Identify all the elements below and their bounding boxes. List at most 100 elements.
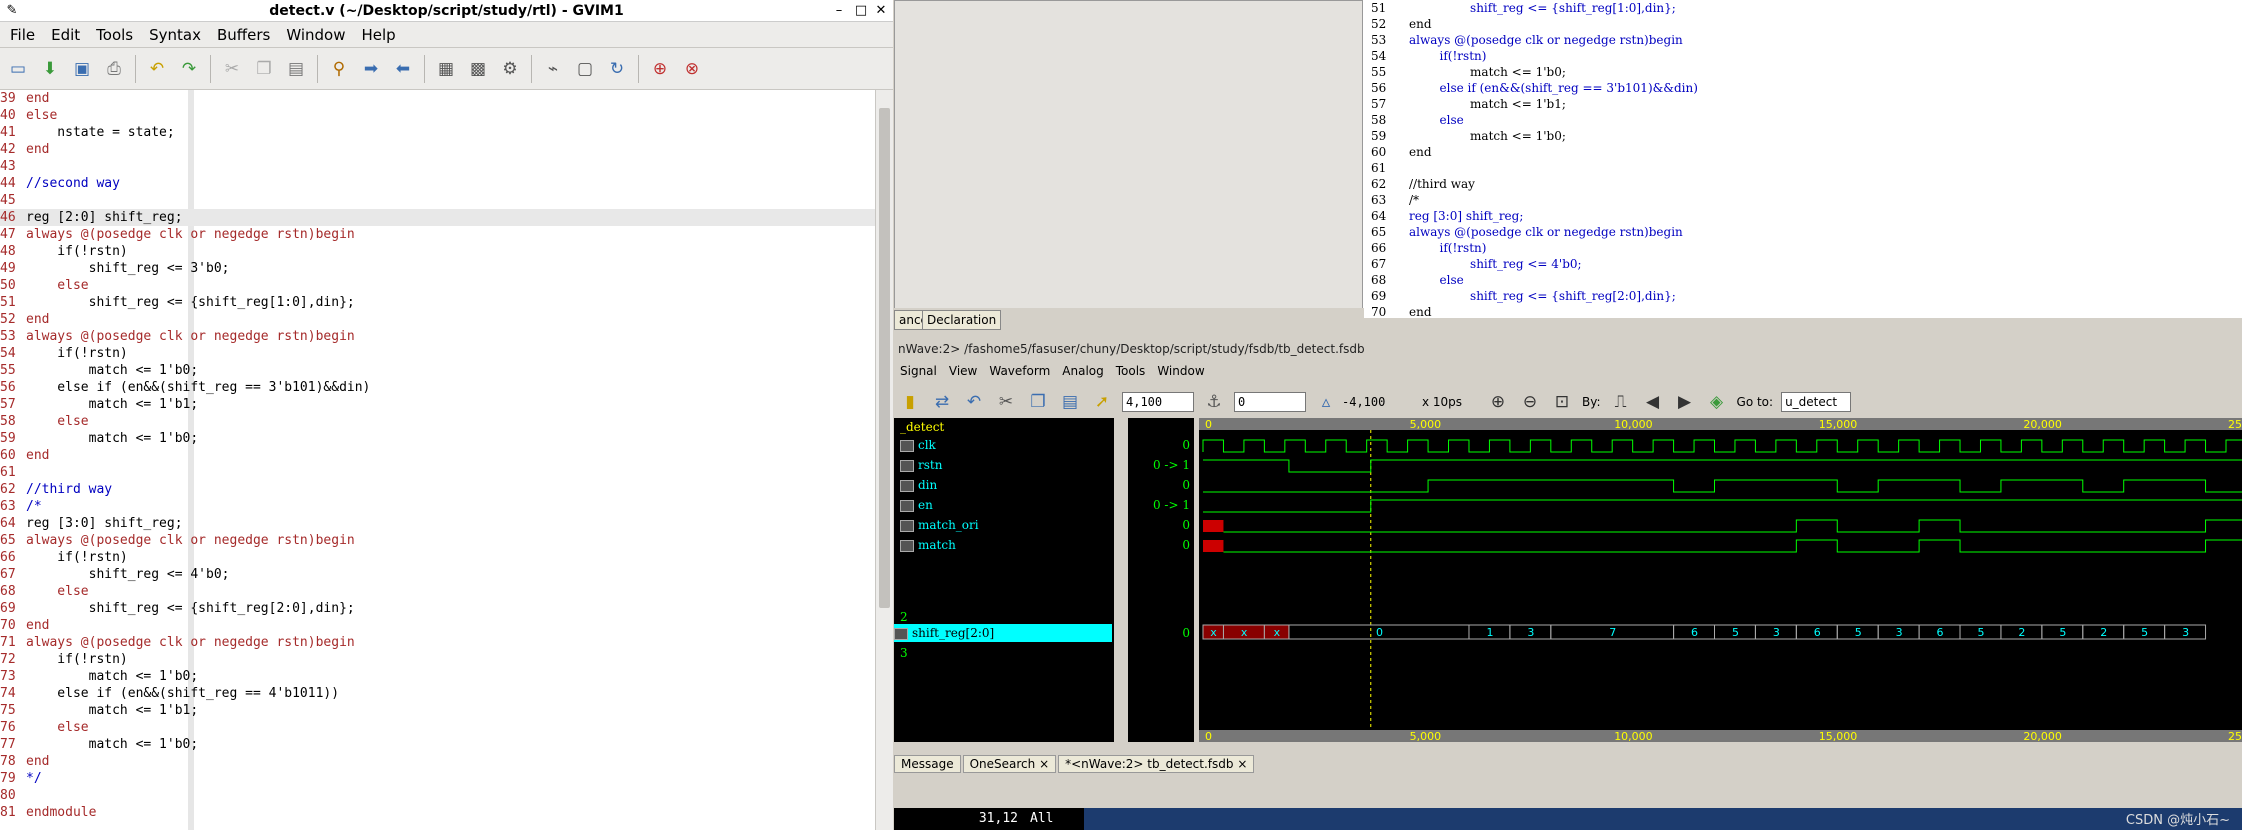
signal-row[interactable]: din: [900, 476, 937, 494]
tab-message[interactable]: Message: [894, 755, 961, 773]
code-line[interactable]: 70 end: [0, 617, 875, 634]
source-line[interactable]: 61: [1371, 160, 1409, 176]
code-line[interactable]: 49 shift_reg <= 3'b0;: [0, 260, 875, 277]
cut-icon[interactable]: ✂: [218, 55, 246, 83]
code-line[interactable]: 81 endmodule: [0, 804, 875, 821]
undo-icon[interactable]: ↶: [143, 55, 171, 83]
code-line[interactable]: 71 always @(posedge clk or negedge rstn)b…: [0, 634, 875, 651]
code-line[interactable]: 46 reg [2:0] shift_reg;: [0, 209, 875, 226]
menu-view[interactable]: View: [943, 364, 983, 378]
next-icon[interactable]: ▶: [1671, 388, 1699, 416]
undo-icon[interactable]: ↶: [960, 388, 988, 416]
code-line[interactable]: 72 if(!rstn): [0, 651, 875, 668]
signal-row[interactable]: clk: [900, 436, 936, 454]
signal-row[interactable]: match_ori: [900, 516, 979, 534]
code-line[interactable]: 55 match <= 1'b0;: [0, 362, 875, 379]
code-line[interactable]: 61: [0, 464, 875, 481]
code-line[interactable]: 77 match <= 1'b0;: [0, 736, 875, 753]
waveform-canvas[interactable]: 0 0 5,000 5,000 10,000 10,000 15,000 15,000 20,0…: [1199, 418, 2242, 743]
print-icon[interactable]: ⎙: [100, 55, 128, 83]
shell-icon[interactable]: ⌁: [539, 55, 567, 83]
save-all-icon[interactable]: ▣: [68, 55, 96, 83]
source-line[interactable]: 68 else: [1371, 272, 1464, 288]
code-line[interactable]: 64 reg [3:0] shift_reg;: [0, 515, 875, 532]
bus-signal-row[interactable]: shift_reg[2:0]: [894, 624, 1112, 642]
source-line[interactable]: 55 match <= 1'b0;: [1371, 64, 1566, 80]
source-line[interactable]: 69 shift_reg <= {shift_reg[2:0],din};: [1371, 288, 1676, 304]
search-by-icon[interactable]: ⎍: [1607, 388, 1635, 416]
menu-analog[interactable]: Analog: [1056, 364, 1109, 378]
minimize-icon[interactable]: –: [829, 0, 849, 22]
code-line[interactable]: 75 match <= 1'b1;: [0, 702, 875, 719]
menu-window[interactable]: Window: [278, 26, 353, 44]
source-line[interactable]: 65 always @(posedge clk or negedge rstn)b…: [1371, 224, 1683, 240]
source-line[interactable]: 62 //third way: [1371, 176, 1475, 192]
menu-signal[interactable]: Signal: [894, 364, 943, 378]
zoom-fit-icon[interactable]: ⊡: [1548, 388, 1576, 416]
source-line[interactable]: 67 shift_reg <= 4'b0;: [1371, 256, 1582, 272]
code-line[interactable]: 47 always @(posedge clk or negedge rstn)b…: [0, 226, 875, 243]
code-line[interactable]: 43: [0, 158, 875, 175]
source-line[interactable]: 63 /*: [1371, 192, 1419, 208]
code-line[interactable]: 66 if(!rstn): [0, 549, 875, 566]
copy-icon[interactable]: ❐: [1024, 388, 1052, 416]
menu-help[interactable]: Help: [353, 26, 403, 44]
source-view[interactable]: 51 shift_reg <= {shift_reg[1:0],din}; 52 e…: [1362, 0, 2242, 320]
scrollbar-thumb[interactable]: [879, 108, 890, 608]
paste-icon[interactable]: ▤: [1056, 388, 1084, 416]
source-line[interactable]: 60 end: [1371, 144, 1432, 160]
menu-syntax[interactable]: Syntax: [141, 26, 209, 44]
find-replace-icon[interactable]: ⚲: [325, 55, 353, 83]
maximize-icon[interactable]: □: [851, 0, 871, 22]
find-help-icon[interactable]: ⊗: [678, 55, 706, 83]
tab-declaration[interactable]: Declaration: [922, 310, 1002, 330]
code-line[interactable]: 65 always @(posedge clk or negedge rstn)b…: [0, 532, 875, 549]
waveform-view[interactable]: 0 0 5,000 5,000 10,000 10,000 15,000 15,000 20,0…: [1199, 418, 2242, 743]
zoom-in-icon[interactable]: ⊕: [1484, 388, 1512, 416]
cursor-time-field[interactable]: 4,100: [1122, 392, 1194, 412]
code-line[interactable]: 52 end: [0, 311, 875, 328]
code-line[interactable]: 73 match <= 1'b0;: [0, 668, 875, 685]
source-line[interactable]: 54 if(!rstn): [1371, 48, 1486, 64]
code-line[interactable]: 39 end: [0, 90, 875, 107]
code-line[interactable]: 67 shift_reg <= 4'b0;: [0, 566, 875, 583]
redo-icon[interactable]: ↷: [175, 55, 203, 83]
code-line[interactable]: 62 //third way: [0, 481, 875, 498]
jump-icon[interactable]: ↻: [603, 55, 631, 83]
source-line[interactable]: 70 end: [1371, 304, 1432, 320]
marker-time-field[interactable]: 0: [1234, 392, 1306, 412]
source-line[interactable]: 56 else if (en&&(shift_reg == 3'b101)&&d…: [1371, 80, 1698, 96]
paste-icon[interactable]: ▤: [282, 55, 310, 83]
source-line[interactable]: 64 reg [3:0] shift_reg;: [1371, 208, 1523, 224]
close-icon[interactable]: ✕: [871, 0, 891, 22]
code-line[interactable]: 51 shift_reg <= {shift_reg[1:0],din};: [0, 294, 875, 311]
signal-row[interactable]: en: [900, 496, 933, 514]
code-line[interactable]: 45: [0, 192, 875, 209]
menu-waveform[interactable]: Waveform: [983, 364, 1056, 378]
editor-scrollbar[interactable]: [875, 90, 893, 830]
source-line[interactable]: 59 match <= 1'b0;: [1371, 128, 1566, 144]
open-icon[interactable]: ▭: [4, 55, 32, 83]
signal-list[interactable]: _detect 2 shift_reg[2:0] 3 clk rstn din en m…: [894, 418, 1114, 742]
tags-icon[interactable]: ▢: [571, 55, 599, 83]
goto-icon[interactable]: ◈: [1703, 388, 1731, 416]
run-icon[interactable]: ⚙: [496, 55, 524, 83]
code-line[interactable]: 54 if(!rstn): [0, 345, 875, 362]
code-line[interactable]: 57 match <= 1'b1;: [0, 396, 875, 413]
source-line[interactable]: 51 shift_reg <= {shift_reg[1:0],din};: [1371, 0, 1676, 16]
reload-icon[interactable]: ⇄: [928, 388, 956, 416]
code-line[interactable]: 42 end: [0, 141, 875, 158]
code-line[interactable]: 41 nstate = state;: [0, 124, 875, 141]
make-icon[interactable]: ▩: [464, 55, 492, 83]
code-line[interactable]: 50 else: [0, 277, 875, 294]
menu-edit[interactable]: Edit: [43, 26, 88, 44]
menu-file[interactable]: File: [2, 26, 43, 44]
help-icon[interactable]: ⊕: [646, 55, 674, 83]
source-line[interactable]: 58 else: [1371, 112, 1464, 128]
source-line[interactable]: 53 always @(posedge clk or negedge rstn)b…: [1371, 32, 1683, 48]
code-line[interactable]: 74 else if (en&&(shift_reg == 4'b1011)): [0, 685, 875, 702]
code-line[interactable]: 58 else: [0, 413, 875, 430]
code-line[interactable]: 48 if(!rstn): [0, 243, 875, 260]
session-icon[interactable]: ▦: [432, 55, 460, 83]
cut-icon[interactable]: ✂: [992, 388, 1020, 416]
